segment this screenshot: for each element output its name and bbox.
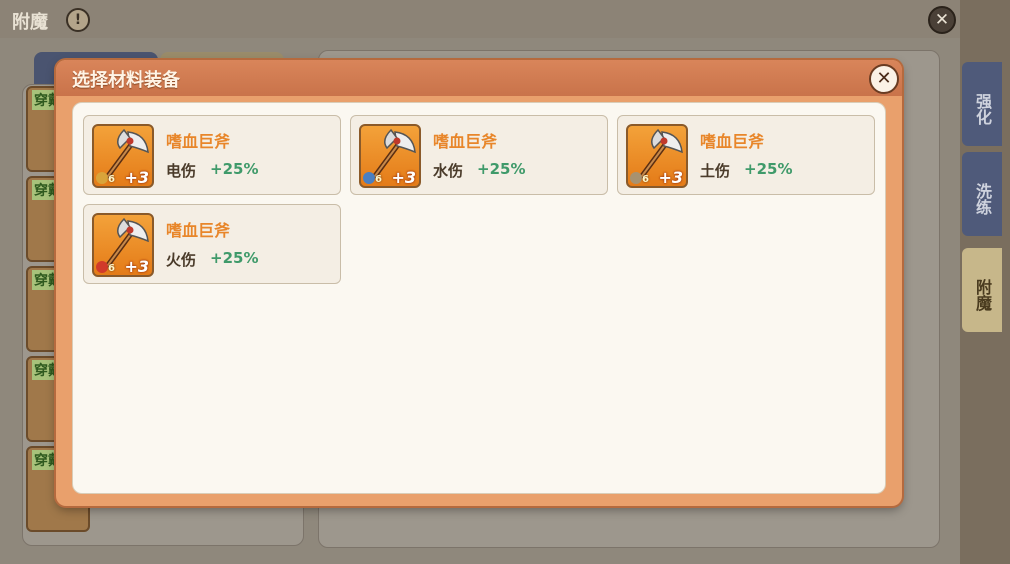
axe-icon: 6 +3 bbox=[92, 213, 154, 277]
item-attribute: 土伤 bbox=[700, 162, 731, 180]
plus-badge: +3 bbox=[124, 168, 149, 187]
tab-refine[interactable]: 洗练 bbox=[962, 152, 1002, 236]
select-material-dialog: 选择材料装备 ✕ 6 +3 嗜血巨斧 电伤 +25% 6 +3 嗜血巨斧 水伤 … bbox=[56, 60, 902, 506]
material-list: 6 +3 嗜血巨斧 电伤 +25% 6 +3 嗜血巨斧 水伤 +25% 6 +3… bbox=[72, 102, 886, 494]
close-icon[interactable]: ✕ bbox=[869, 64, 899, 94]
axe-icon: 6 +3 bbox=[626, 124, 688, 188]
item-attribute-value: +25% bbox=[210, 160, 259, 178]
dialog-titlebar: 选择材料装备 ✕ bbox=[56, 60, 902, 96]
material-item[interactable]: 6 +3 嗜血巨斧 土伤 +25% bbox=[617, 115, 875, 195]
tab-enchant[interactable]: 附魔 bbox=[962, 248, 1002, 332]
material-item[interactable]: 6 +3 嗜血巨斧 火伤 +25% bbox=[83, 204, 341, 284]
dialog-title: 选择材料装备 bbox=[72, 70, 180, 91]
item-attribute-value: +25% bbox=[744, 160, 793, 178]
element-badge bbox=[96, 172, 108, 184]
level-badge: 6 bbox=[108, 263, 115, 274]
element-badge bbox=[96, 261, 108, 273]
axe-icon: 6 +3 bbox=[92, 124, 154, 188]
item-name: 嗜血巨斧 bbox=[166, 221, 231, 240]
item-attribute-value: +25% bbox=[477, 160, 526, 178]
tab-strengthen[interactable]: 强化 bbox=[962, 62, 1002, 146]
axe-icon: 6 +3 bbox=[359, 124, 421, 188]
item-attribute: 火伤 bbox=[166, 251, 197, 269]
plus-badge: +3 bbox=[391, 168, 416, 187]
level-badge: 6 bbox=[642, 174, 649, 185]
item-name: 嗜血巨斧 bbox=[433, 132, 498, 151]
exclamation-icon[interactable]: ! bbox=[66, 8, 90, 32]
level-badge: 6 bbox=[108, 174, 115, 185]
level-badge: 6 bbox=[375, 174, 382, 185]
plus-badge: +3 bbox=[658, 168, 683, 187]
material-item[interactable]: 6 +3 嗜血巨斧 水伤 +25% bbox=[350, 115, 608, 195]
item-attribute: 水伤 bbox=[433, 162, 464, 180]
item-name: 嗜血巨斧 bbox=[700, 132, 765, 151]
material-item[interactable]: 6 +3 嗜血巨斧 电伤 +25% bbox=[83, 115, 341, 195]
item-attribute: 电伤 bbox=[166, 162, 197, 180]
plus-badge: +3 bbox=[124, 257, 149, 276]
item-name: 嗜血巨斧 bbox=[166, 132, 231, 151]
item-attribute-value: +25% bbox=[210, 249, 259, 267]
enchant-window-title: 附魔 bbox=[12, 12, 48, 33]
enchant-window-titlebar: 附魔 ! ✕ bbox=[0, 0, 960, 38]
close-icon[interactable]: ✕ bbox=[928, 6, 956, 34]
element-badge bbox=[630, 172, 642, 184]
element-badge bbox=[363, 172, 375, 184]
